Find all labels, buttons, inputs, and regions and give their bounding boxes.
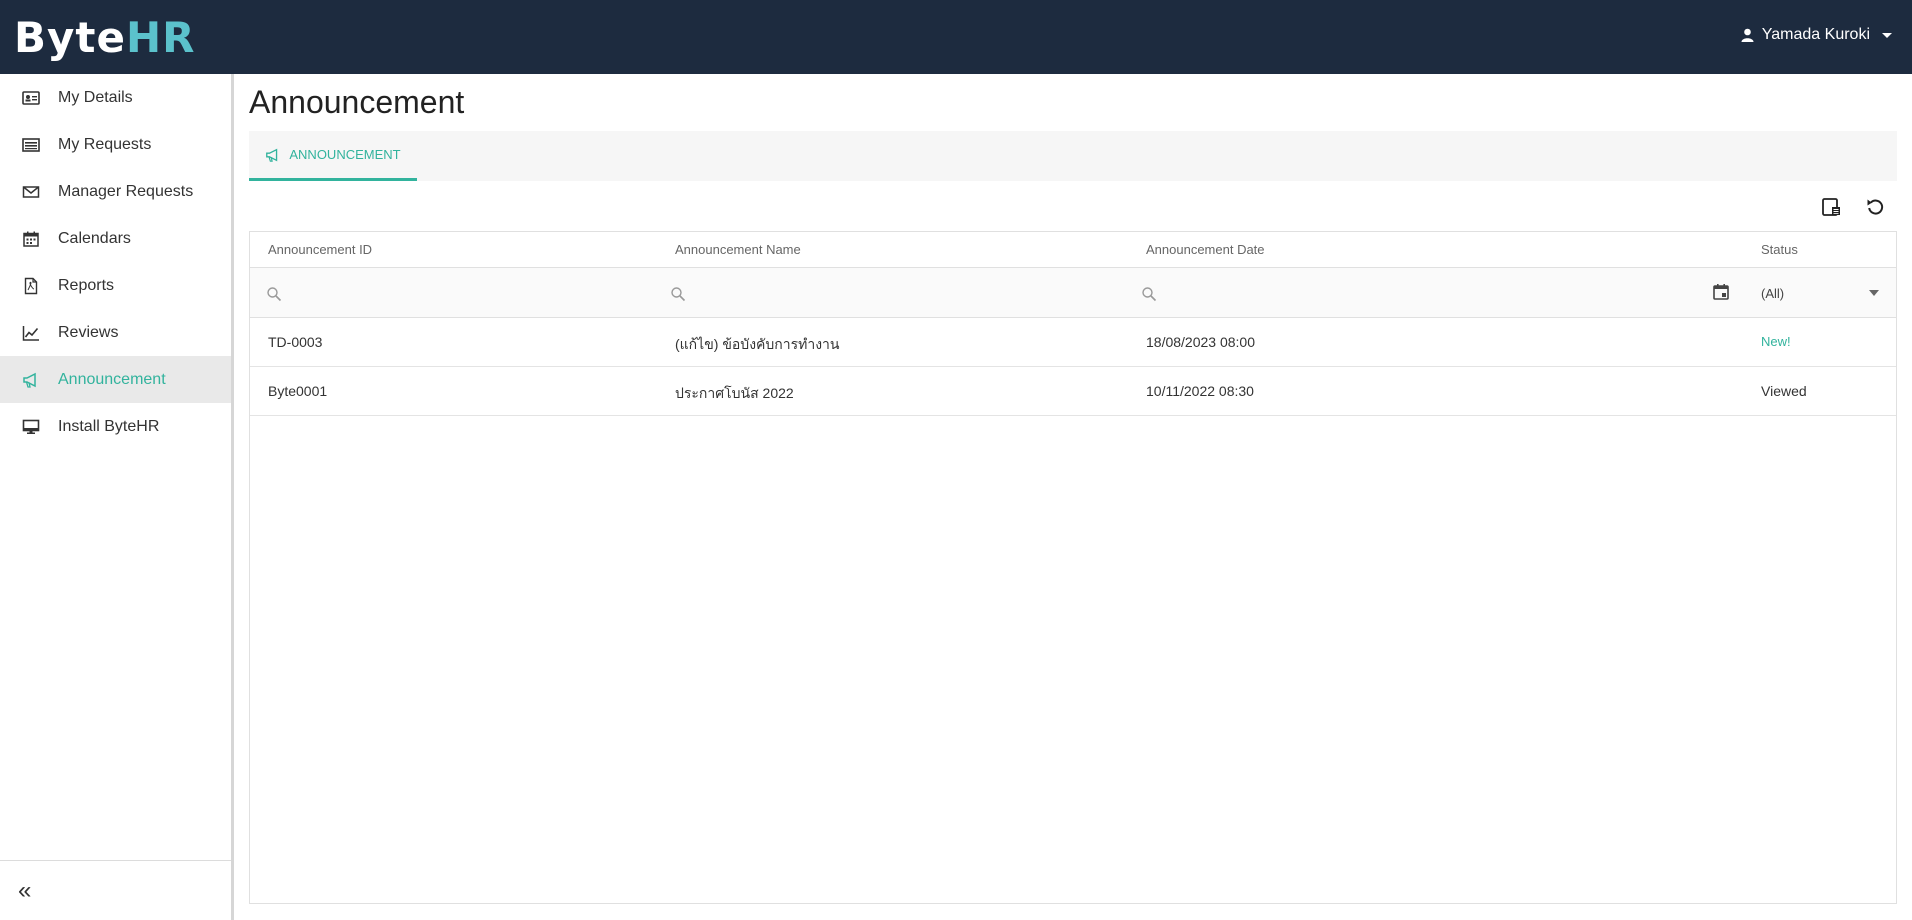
user-icon <box>1741 28 1754 42</box>
pdf-file-icon <box>21 276 41 296</box>
column-header-id[interactable]: Announcement ID <box>268 242 372 257</box>
calendar-icon <box>21 229 41 249</box>
sidebar-item-label: Announcement <box>58 370 166 388</box>
refresh-button[interactable] <box>1862 194 1888 220</box>
table-row[interactable]: TD-0003 (แก้ไข) ข้อบังคับการทำงาน 18/08/… <box>250 318 1896 367</box>
tab-label: ANNOUNCEMENT <box>289 147 401 162</box>
collapse-sidebar-button[interactable]: « <box>0 860 231 920</box>
bytehr-logo[interactable]: By te HR <box>14 12 196 62</box>
sidebar-item-my-details[interactable]: My Details <box>0 74 231 121</box>
user-name: Yamada Kuroki <box>1761 26 1870 43</box>
sidebar-item-reports[interactable]: Reports <box>0 262 231 309</box>
grid-header: Announcement ID Announcement Name Announ… <box>250 232 1896 268</box>
sidebar-item-reviews[interactable]: Reviews <box>0 309 231 356</box>
sidebar-item-my-requests[interactable]: My Requests <box>0 121 231 168</box>
tab-announcement[interactable]: ANNOUNCEMENT <box>249 131 417 181</box>
sidebar: My Details My Requests Manager Requests … <box>0 74 234 920</box>
sidebar-item-label: Install ByteHR <box>58 417 160 435</box>
tab-bar: ANNOUNCEMENT <box>249 131 1897 181</box>
cell-id: Byte0001 <box>268 383 328 399</box>
sidebar-item-label: My Requests <box>58 135 152 153</box>
cell-name: (แก้ไข) ข้อบังคับการทำงาน <box>675 336 840 352</box>
column-header-status[interactable]: Status <box>1761 242 1798 257</box>
filter-row: (All) <box>250 268 1896 318</box>
cell-name: ประกาศโบนัส 2022 <box>675 385 794 401</box>
announcement-grid: Announcement ID Announcement Name Announ… <box>249 231 1897 904</box>
logo-text-hr: HR <box>125 12 196 62</box>
cell-status: New! <box>1761 334 1791 349</box>
refresh-icon <box>1867 199 1884 215</box>
search-icon[interactable] <box>1141 286 1157 302</box>
cell-status: Viewed <box>1761 383 1807 399</box>
status-filter-value: (All) <box>1761 285 1785 301</box>
dropdown-arrow-icon <box>1869 290 1879 296</box>
monitor-icon <box>21 417 41 437</box>
sidebar-item-label: Manager Requests <box>58 182 194 200</box>
double-chevron-left-icon: « <box>18 876 32 904</box>
cell-date: 10/11/2022 08:30 <box>1146 383 1254 399</box>
cell-id: TD-0003 <box>268 334 323 350</box>
cell-date: 18/08/2023 08:00 <box>1146 334 1255 350</box>
column-header-name[interactable]: Announcement Name <box>675 242 801 257</box>
list-icon <box>21 135 41 155</box>
line-chart-icon <box>21 323 41 343</box>
search-icon[interactable] <box>670 286 686 302</box>
megaphone-icon <box>21 370 41 390</box>
id-card-icon <box>21 88 41 108</box>
date-picker-icon[interactable] <box>1711 282 1731 302</box>
column-header-date[interactable]: Announcement Date <box>1146 242 1265 257</box>
status-filter-select[interactable]: (All) <box>1761 283 1885 303</box>
user-menu[interactable]: Yamada Kuroki <box>1741 26 1892 44</box>
sidebar-item-label: Calendars <box>58 229 131 247</box>
export-document-icon <box>1822 198 1840 216</box>
envelope-icon <box>21 182 41 202</box>
sidebar-item-install-bytehr[interactable]: Install ByteHR <box>0 403 231 450</box>
sidebar-item-manager-requests[interactable]: Manager Requests <box>0 168 231 215</box>
logo-text-te: te <box>75 12 126 62</box>
export-button[interactable] <box>1819 194 1845 220</box>
page-title: Announcement <box>249 84 465 120</box>
sidebar-item-label: My Details <box>58 88 133 106</box>
sidebar-item-label: Reviews <box>58 323 119 341</box>
table-row[interactable]: Byte0001 ประกาศโบนัส 2022 10/11/2022 08:… <box>250 367 1896 416</box>
top-bar: By te HR Yamada Kuroki <box>0 0 1912 74</box>
sidebar-item-announcement[interactable]: Announcement <box>0 356 231 403</box>
megaphone-icon <box>266 148 278 162</box>
sidebar-item-calendars[interactable]: Calendars <box>0 215 231 262</box>
sidebar-item-label: Reports <box>58 276 115 294</box>
search-icon[interactable] <box>266 286 282 302</box>
caret-down-icon <box>1882 32 1892 38</box>
logo-text-by: By <box>14 12 76 62</box>
